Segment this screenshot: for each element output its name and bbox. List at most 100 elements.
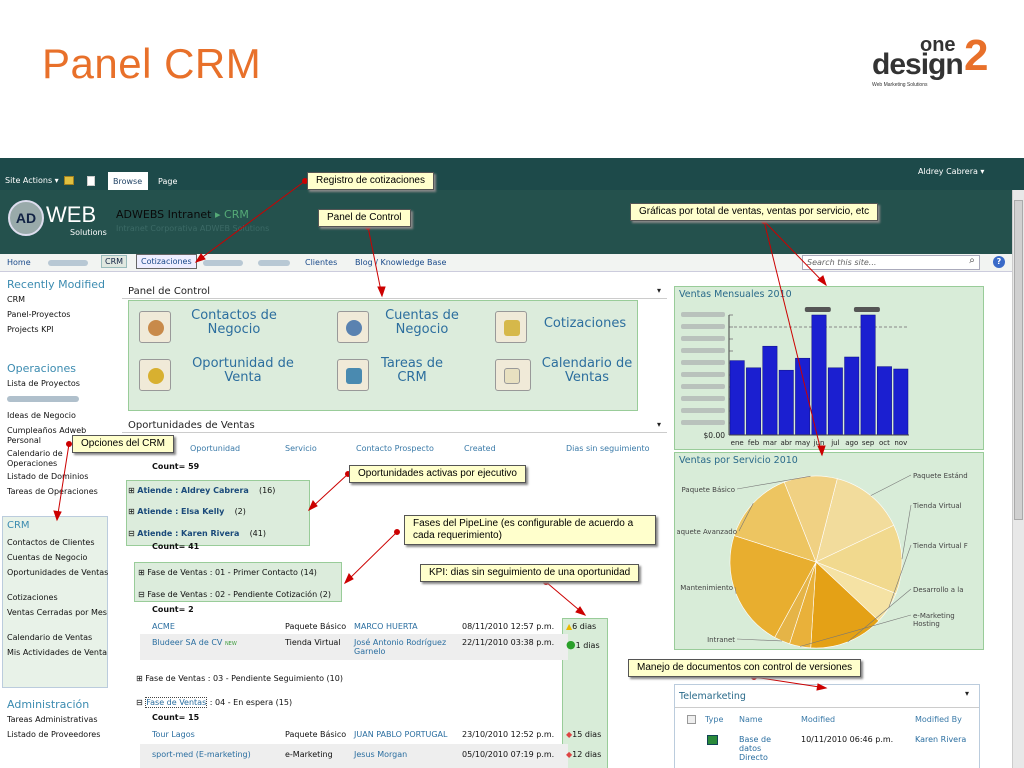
panel-item-cotizaciones[interactable]: Cotizaciones bbox=[495, 309, 635, 349]
user-menu[interactable]: Aldrey Cabrera ▾ bbox=[918, 167, 984, 176]
group-aldrey[interactable]: ⊞ Atiende : Aldrey Cabrera (16) bbox=[128, 486, 275, 495]
crm-item[interactable]: Cuentas de Negocio bbox=[7, 553, 109, 563]
vertical-scrollbar[interactable] bbox=[1012, 190, 1024, 768]
scrollbar-thumb[interactable] bbox=[1014, 200, 1023, 520]
panel-item-oportunidad[interactable]: Oportunidad de Venta bbox=[139, 357, 309, 397]
x-tick-label: nov bbox=[894, 439, 907, 447]
phase-04[interactable]: ⊟ Fase de Ventas : 04 - En espera (15) bbox=[136, 697, 292, 708]
col-modified-by[interactable]: Modified By bbox=[915, 715, 962, 724]
divider bbox=[675, 707, 979, 708]
operaciones-item[interactable]: Tareas de Operaciones bbox=[7, 487, 109, 497]
bar bbox=[844, 356, 860, 436]
col-dias[interactable]: Dias sin seguimiento bbox=[566, 444, 650, 453]
webpart-menu-icon[interactable]: ▾ bbox=[657, 286, 661, 295]
col-servicio[interactable]: Servicio bbox=[285, 444, 317, 453]
edit-page-icon[interactable] bbox=[87, 176, 95, 186]
panel-item-calendario[interactable]: Calendario de Ventas bbox=[495, 357, 635, 397]
operaciones-item[interactable]: Listado de Dominios bbox=[7, 472, 109, 482]
operaciones-item[interactable]: Lista de Proyectos bbox=[7, 379, 109, 389]
search-icon[interactable]: ⌕ bbox=[964, 255, 980, 270]
webpart-menu-icon[interactable]: ▾ bbox=[657, 420, 661, 429]
bar bbox=[762, 345, 778, 436]
tab-page[interactable]: Page bbox=[158, 177, 177, 186]
y-tick-label: $0.00 bbox=[704, 431, 726, 440]
panel-item-tareas[interactable]: Tareas de CRM bbox=[337, 357, 467, 397]
adweb-logo[interactable]: AD WEB Solutions bbox=[8, 198, 107, 240]
panel-item-cuentas[interactable]: Cuentas de Negocio bbox=[337, 309, 467, 349]
webpart-menu-icon[interactable]: ▾ bbox=[965, 689, 969, 698]
recently-modified-heading[interactable]: Recently Modified bbox=[7, 278, 105, 291]
nav-blurred-item[interactable] bbox=[258, 260, 290, 266]
nav-blurred-item[interactable] bbox=[203, 260, 243, 266]
nav-blurred-item[interactable] bbox=[48, 260, 88, 266]
panel-control-title[interactable]: Panel de Control bbox=[128, 286, 210, 297]
ventas-mensuales-chart: $0.00 ene feb mar abr may jun jul ago sep oct nov bbox=[681, 307, 909, 447]
tab-browse[interactable]: Browse bbox=[108, 172, 148, 190]
administracion-heading[interactable]: Administración bbox=[7, 698, 89, 711]
opp-name[interactable]: Tour Lagos bbox=[152, 730, 195, 739]
col-oportunidad[interactable]: Oportunidad bbox=[190, 444, 240, 453]
doc-name[interactable]: Base de datos Directo bbox=[739, 735, 789, 762]
opp-servicio: Paquete Básico bbox=[285, 730, 347, 739]
phase-02[interactable]: ⊟ Fase de Ventas : 02 - Pendiente Cotiza… bbox=[138, 590, 331, 599]
group-elsa[interactable]: ⊞ Atiende : Elsa Kelly (2) bbox=[128, 507, 246, 516]
ventas-servicio-webpart: Ventas por Servicio 2010 Paquete Estánd T… bbox=[674, 452, 984, 650]
nav-clientes[interactable]: Clientes bbox=[305, 258, 337, 267]
phase-01[interactable]: ⊞ Fase de Ventas : 01 - Primer Contacto … bbox=[138, 568, 317, 577]
crm-item[interactable]: Contactos de Clientes bbox=[7, 538, 109, 548]
crm-item[interactable]: Calendario de Ventas bbox=[7, 633, 109, 643]
col-name[interactable]: Name bbox=[739, 715, 763, 724]
search-input[interactable]: Search this site... bbox=[802, 255, 980, 270]
crm-item[interactable]: Oportunidades de Ventas bbox=[7, 568, 109, 578]
recent-item[interactable]: CRM bbox=[7, 295, 109, 305]
telemarketing-title[interactable]: Telemarketing bbox=[679, 691, 746, 702]
group-karen[interactable]: ⊟ Atiende : Karen Rivera (41) bbox=[128, 529, 266, 538]
opp-name[interactable]: Bludeer SA de CV NEW bbox=[152, 638, 237, 647]
recent-item[interactable]: Projects KPI bbox=[7, 325, 109, 335]
crm-item[interactable]: Cotizaciones bbox=[7, 593, 109, 603]
opp-contacto[interactable]: José Antonio Rodríguez Garnelo bbox=[354, 638, 464, 656]
kpi-cell: ◆15 dias bbox=[566, 730, 602, 739]
operaciones-item[interactable]: Ideas de Negocio bbox=[7, 411, 109, 421]
opp-name[interactable]: sport-med (E-marketing) bbox=[152, 750, 251, 759]
crm-heading[interactable]: CRM bbox=[7, 520, 30, 531]
opp-name[interactable]: ACME bbox=[152, 622, 175, 631]
folder-icon[interactable] bbox=[64, 176, 74, 185]
col-type[interactable]: Type bbox=[705, 715, 723, 724]
col-modified[interactable]: Modified bbox=[801, 715, 835, 724]
opp-contacto[interactable]: MARCO HUERTA bbox=[354, 622, 418, 631]
doc-modified-by[interactable]: Karen Rivera bbox=[915, 735, 966, 744]
opportunities-title[interactable]: Oportunidades de Ventas bbox=[128, 420, 255, 431]
select-all-checkbox[interactable] bbox=[687, 715, 696, 724]
nav-home[interactable]: Home bbox=[7, 258, 31, 267]
y-tick-label-blurred bbox=[681, 384, 725, 389]
opp-contacto[interactable]: Jesus Morgan bbox=[354, 750, 407, 759]
admin-item[interactable]: Tareas Administrativas bbox=[7, 715, 109, 725]
ventas-mensuales-title[interactable]: Ventas Mensuales 2010 bbox=[679, 289, 792, 300]
data-label-blurred bbox=[804, 307, 831, 312]
breadcrumb-crm[interactable]: CRM bbox=[224, 208, 249, 221]
pie-label: Mantenimiento bbox=[680, 584, 733, 592]
quote-icon bbox=[495, 311, 527, 343]
x-tick-label: jun bbox=[813, 439, 825, 447]
admin-item[interactable]: Listado de Proveedores bbox=[7, 730, 109, 740]
opp-contacto[interactable]: JUAN PABLO PORTUGAL bbox=[354, 730, 447, 739]
nav-crm[interactable]: CRM bbox=[101, 255, 128, 268]
operaciones-item-blurred[interactable] bbox=[7, 396, 79, 402]
bar bbox=[860, 314, 876, 436]
site-actions-menu[interactable]: Site Actions ▾ bbox=[5, 176, 59, 185]
nav-cotizaciones[interactable]: Cotizaciones bbox=[136, 254, 197, 269]
crm-item[interactable]: Mis Actividades de Venta bbox=[7, 648, 109, 658]
recent-item[interactable]: Panel-Proyectos bbox=[7, 310, 109, 320]
accounts-icon bbox=[337, 311, 369, 343]
site-name[interactable]: ADWEBS Intranet bbox=[116, 208, 212, 221]
panel-item-contactos[interactable]: Contactos de Negocio bbox=[139, 309, 309, 349]
col-contacto[interactable]: Contacto Prospecto bbox=[356, 444, 434, 453]
help-icon[interactable]: ? bbox=[993, 256, 1005, 268]
excel-file-icon[interactable] bbox=[707, 735, 718, 745]
crm-item[interactable]: Ventas Cerradas por Mes bbox=[7, 608, 109, 618]
col-created[interactable]: Created bbox=[464, 444, 496, 453]
nav-blog[interactable]: Blog / Knowledge Base bbox=[355, 258, 446, 267]
phase-03[interactable]: ⊞ Fase de Ventas : 03 - Pendiente Seguim… bbox=[136, 674, 343, 683]
operaciones-heading[interactable]: Operaciones bbox=[7, 362, 76, 375]
